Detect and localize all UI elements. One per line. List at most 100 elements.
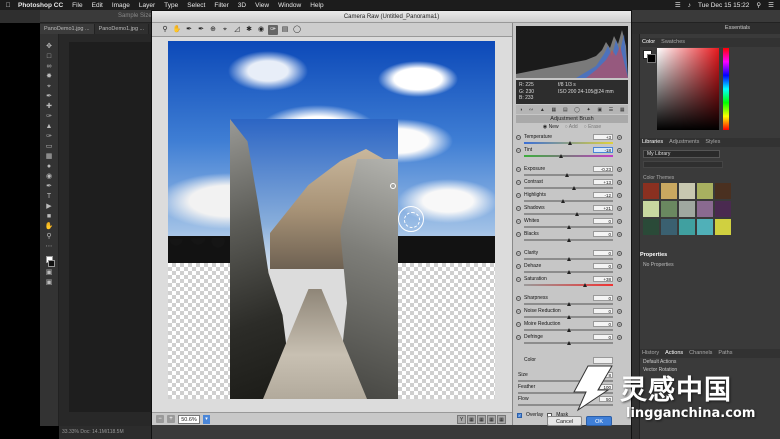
- dehaze-thumb[interactable]: [566, 270, 571, 274]
- blacks-thumb[interactable]: [566, 238, 571, 242]
- dehaze-plus-icon[interactable]: +: [617, 264, 622, 269]
- temperature-value[interactable]: +3: [593, 134, 613, 140]
- tab-paths[interactable]: Paths: [718, 349, 732, 358]
- tint-value[interactable]: -18: [593, 147, 613, 153]
- sample-size-label[interactable]: Sample Size: [118, 13, 152, 19]
- move-tool-icon[interactable]: ✥: [44, 42, 54, 51]
- temperature-minus-icon[interactable]: −: [516, 135, 521, 140]
- panorama-preview-image[interactable]: [168, 41, 495, 399]
- color-swatch-10[interactable]: [643, 219, 659, 235]
- wifi-icon[interactable]: ☰: [675, 1, 681, 9]
- color-swatch-3[interactable]: [697, 183, 713, 199]
- saturation-value[interactable]: +38: [593, 276, 613, 282]
- overlay-checkbox[interactable]: ✓: [517, 412, 522, 418]
- noise-reduction-plus-icon[interactable]: +: [617, 309, 622, 314]
- menu-file[interactable]: File: [72, 2, 82, 9]
- defringe-thumb[interactable]: [566, 341, 571, 345]
- marquee-tool-icon[interactable]: □: [44, 52, 54, 61]
- volume-icon[interactable]: ♪: [688, 2, 691, 9]
- history-brush-tool-icon[interactable]: ✑: [44, 132, 54, 141]
- highlights-minus-icon[interactable]: −: [516, 193, 521, 198]
- dodge-tool-icon[interactable]: ◉: [44, 172, 54, 181]
- spot-removal-tool-icon[interactable]: ✱: [244, 25, 254, 35]
- exposure-plus-icon[interactable]: +: [617, 167, 622, 172]
- moire-reduction-thumb[interactable]: [566, 328, 571, 332]
- menu-3d[interactable]: 3D: [238, 2, 246, 9]
- tint-plus-icon[interactable]: +: [617, 148, 622, 153]
- lens-icon[interactable]: ◯: [574, 107, 580, 113]
- eraser-tool-icon[interactable]: ▭: [44, 142, 54, 151]
- shadows-value[interactable]: +21: [593, 205, 613, 211]
- contrast-track[interactable]: [524, 187, 613, 189]
- highlights-track[interactable]: [524, 200, 613, 202]
- stamp-tool-icon[interactable]: ▲: [44, 122, 54, 131]
- library-dropdown[interactable]: My Library: [643, 150, 720, 158]
- notification-icon[interactable]: ☰: [768, 1, 774, 9]
- screen-mode-icon[interactable]: ▣: [44, 278, 54, 287]
- color-swatch-12[interactable]: [679, 219, 695, 235]
- straighten-tool-icon[interactable]: ◿: [232, 25, 242, 35]
- moire-reduction-plus-icon[interactable]: +: [617, 322, 622, 327]
- before-after-icon[interactable]: ▦: [467, 414, 476, 424]
- contrast-thumb[interactable]: [571, 186, 576, 190]
- color-swatch-1[interactable]: [661, 183, 677, 199]
- quick-select-tool-icon[interactable]: ✸: [44, 72, 54, 81]
- whites-minus-icon[interactable]: −: [516, 219, 521, 224]
- sharpness-plus-icon[interactable]: +: [617, 296, 622, 301]
- clarity-minus-icon[interactable]: −: [516, 251, 521, 256]
- presets-icon[interactable]: ☰: [609, 107, 613, 113]
- tab-actions[interactable]: Actions: [665, 349, 683, 358]
- tab-color[interactable]: Color: [642, 38, 655, 47]
- tint-track[interactable]: [524, 155, 613, 157]
- type-tool-icon[interactable]: T: [44, 192, 54, 201]
- hsl-icon[interactable]: ▦: [551, 107, 556, 113]
- gradient-tool-icon[interactable]: ▦: [44, 152, 54, 161]
- workspace-switcher[interactable]: Essentials: [632, 23, 780, 34]
- toggle-settings-icon[interactable]: ▦: [497, 414, 506, 424]
- blacks-value[interactable]: 0: [593, 231, 613, 237]
- filmstrip-icon[interactable]: Y: [457, 414, 466, 424]
- hand-tool-icon[interactable]: ✋: [44, 222, 54, 231]
- noise-reduction-value[interactable]: 0: [593, 308, 613, 314]
- tone-curve-icon[interactable]: ∾: [529, 107, 533, 113]
- eyedropper-tool-icon[interactable]: ✒: [44, 92, 54, 101]
- tab-styles[interactable]: Styles: [705, 138, 720, 147]
- menu-window[interactable]: Window: [278, 2, 301, 9]
- temperature-thumb[interactable]: [568, 141, 573, 145]
- color-swatch-8[interactable]: [697, 201, 713, 217]
- zoom-out-button[interactable]: −: [156, 415, 164, 423]
- white-balance-tool-icon[interactable]: ✒: [184, 25, 194, 35]
- color-panel-background[interactable]: [647, 54, 656, 63]
- exposure-thumb[interactable]: [564, 173, 569, 177]
- menu-edit[interactable]: Edit: [92, 2, 103, 9]
- tab-document-1[interactable]: PanoDemo1.jpg ...: [40, 24, 95, 34]
- defringe-plus-icon[interactable]: +: [617, 335, 622, 340]
- menu-filter[interactable]: Filter: [214, 2, 228, 9]
- color-swatch-2[interactable]: [679, 183, 695, 199]
- highlights-plus-icon[interactable]: +: [617, 193, 622, 198]
- red-eye-tool-icon[interactable]: ◉: [256, 25, 266, 35]
- color-sampler-tool-icon[interactable]: ✒: [196, 25, 206, 35]
- sharpness-thumb[interactable]: [566, 302, 571, 306]
- basic-panel-icon[interactable]: ◑: [519, 107, 522, 113]
- menu-app-name[interactable]: Photoshop CC: [18, 2, 63, 9]
- camera-calibration-icon[interactable]: ▣: [597, 107, 602, 113]
- temperature-plus-icon[interactable]: +: [617, 135, 622, 140]
- blur-tool-icon[interactable]: ●: [44, 162, 54, 171]
- color-swatch-6[interactable]: [661, 201, 677, 217]
- zoom-tool-icon[interactable]: ⚲: [44, 232, 54, 241]
- graduated-filter-icon[interactable]: ▤: [280, 25, 290, 35]
- path-select-tool-icon[interactable]: ▶: [44, 202, 54, 211]
- background-color-swatch[interactable]: [48, 260, 55, 267]
- color-picker-field[interactable]: [657, 48, 719, 130]
- split-toning-icon[interactable]: ▤: [563, 107, 568, 113]
- targeted-adjustment-icon[interactable]: ⊕: [208, 25, 218, 35]
- menu-select[interactable]: Select: [187, 2, 205, 9]
- menu-view[interactable]: View: [255, 2, 269, 9]
- menu-help[interactable]: Help: [310, 2, 323, 9]
- mode-add[interactable]: ○ Add: [565, 124, 578, 132]
- color-swatch-11[interactable]: [661, 219, 677, 235]
- color-swatch-14[interactable]: [715, 219, 731, 235]
- defringe-value[interactable]: 0: [593, 334, 613, 340]
- menu-type[interactable]: Type: [164, 2, 178, 9]
